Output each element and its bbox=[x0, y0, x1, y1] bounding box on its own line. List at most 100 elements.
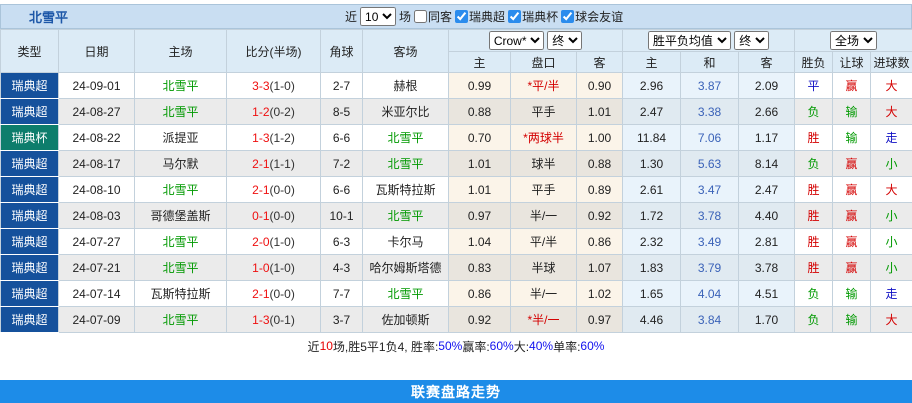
handicap-result-cell: 赢 bbox=[832, 228, 872, 255]
result-cell: 平 bbox=[794, 72, 834, 99]
summary-part: 60% bbox=[489, 339, 514, 353]
match-score: 3-3(1-0) bbox=[226, 72, 321, 99]
handicap-result-cell: 输 bbox=[832, 306, 872, 333]
odds-home: 1.01 bbox=[448, 150, 511, 177]
handicap-result-cell: 赢 bbox=[832, 150, 872, 177]
odds-away: 1.01 bbox=[575, 98, 624, 125]
avg-type-select[interactable]: 胜平负均值 bbox=[647, 31, 731, 50]
match-row: 瑞典超 24-07-21 北雪平 1-0(1-0) 4-3 哈尔姆斯塔德 0.83 半球 1.0… bbox=[0, 254, 912, 281]
away-team: 佐加顿斯 bbox=[362, 306, 449, 333]
result-cell: 负 bbox=[794, 98, 834, 125]
matches-table: 类型 日期 主场 比分(半场) 角球 客场 Crow* 终 胜平负均值 终 全场 bbox=[0, 29, 912, 333]
summary-part: 大: bbox=[513, 339, 530, 354]
handicap-line: *两球半 bbox=[510, 124, 577, 151]
filter-league-super[interactable]: 瑞典超 bbox=[455, 8, 505, 25]
summary-part: 40% bbox=[529, 339, 554, 353]
away-team: 北雪平 bbox=[362, 202, 449, 229]
friendly-label: 球会友谊 bbox=[575, 10, 624, 24]
home-team: 北雪平 bbox=[134, 98, 227, 125]
match-row: 瑞典超 24-08-17 马尔默 2-1(1-1) 7-2 北雪平 1.01 球半 0.88 1.… bbox=[0, 150, 912, 177]
col-header-home: 主场 bbox=[134, 29, 227, 73]
odds-home: 1.04 bbox=[448, 228, 511, 255]
league-badge: 瑞典超 bbox=[0, 150, 59, 177]
odds-home: 0.83 bbox=[448, 254, 511, 281]
league-badge: 瑞典杯 bbox=[0, 124, 59, 151]
result-cell: 胜 bbox=[794, 202, 834, 229]
avg-group-header: 胜平负均值 终 bbox=[622, 29, 796, 52]
home-team: 北雪平 bbox=[134, 176, 227, 203]
league-super-checkbox[interactable] bbox=[455, 10, 469, 23]
odds-away: 1.07 bbox=[575, 254, 624, 281]
summary-part: 赢率: bbox=[462, 339, 490, 354]
filter-league-cup[interactable]: 瑞典杯 bbox=[508, 8, 558, 25]
avg-stage-select[interactable]: 终 bbox=[734, 31, 770, 50]
corner-score: 2-7 bbox=[320, 72, 363, 99]
match-row: 瑞典杯 24-08-22 派提亚 1-3(1-2) 6-6 北雪平 0.70 *两球半 1.00… bbox=[0, 124, 912, 151]
result-scope-select[interactable]: 全场 bbox=[830, 31, 878, 50]
avg-away: 1.17 bbox=[738, 124, 796, 151]
avg-home: 2.47 bbox=[622, 98, 682, 125]
goals-result-cell: 大 bbox=[870, 98, 912, 125]
odds-home: 0.97 bbox=[448, 202, 511, 229]
away-team: 卡尔马 bbox=[362, 228, 449, 255]
match-score: 0-1(0-0) bbox=[226, 202, 321, 229]
odds-stage-select[interactable]: 终 bbox=[547, 31, 583, 50]
goals-result-cell: 走 bbox=[870, 280, 912, 307]
home-team: 瓦斯特拉斯 bbox=[134, 280, 227, 307]
goals-result-cell: 小 bbox=[870, 202, 912, 229]
corner-score: 7-2 bbox=[320, 150, 363, 177]
result-cell: 胜 bbox=[794, 228, 834, 255]
handicap-line: 平手 bbox=[510, 176, 577, 203]
home-team: 北雪平 bbox=[134, 306, 227, 333]
odds-away: 0.89 bbox=[575, 176, 624, 203]
friendly-checkbox[interactable] bbox=[561, 10, 575, 23]
avg-away: 1.70 bbox=[738, 306, 796, 333]
league-badge: 瑞典超 bbox=[0, 72, 59, 99]
avg-home: 2.61 bbox=[622, 176, 682, 203]
handicap-result-cell: 赢 bbox=[832, 176, 872, 203]
league-badge: 瑞典超 bbox=[0, 306, 59, 333]
away-team: 北雪平 bbox=[362, 280, 449, 307]
matches-count-select[interactable]: 10 bbox=[360, 7, 397, 26]
avg-home: 2.96 bbox=[622, 72, 682, 99]
handicap-result-cell: 输 bbox=[832, 98, 872, 125]
avg-draw: 3.84 bbox=[680, 306, 740, 333]
handicap-line: 半/一 bbox=[510, 280, 577, 307]
league-cup-checkbox[interactable] bbox=[508, 10, 522, 23]
avg-home: 1.65 bbox=[622, 280, 682, 307]
goals-result-cell: 小 bbox=[870, 254, 912, 281]
match-score: 2-0(1-0) bbox=[226, 228, 321, 255]
home-team: 北雪平 bbox=[134, 72, 227, 99]
match-score: 2-1(0-0) bbox=[226, 280, 321, 307]
match-score: 2-1(0-0) bbox=[226, 176, 321, 203]
odds-away: 0.92 bbox=[575, 202, 624, 229]
odds-home: 0.88 bbox=[448, 98, 511, 125]
league-badge: 瑞典超 bbox=[0, 228, 59, 255]
match-date: 24-08-17 bbox=[58, 150, 135, 177]
col-header-away: 客场 bbox=[362, 29, 449, 73]
match-score: 1-0(1-0) bbox=[226, 254, 321, 281]
result-cell: 胜 bbox=[794, 124, 834, 151]
corner-score: 7-7 bbox=[320, 280, 363, 307]
match-date: 24-08-22 bbox=[58, 124, 135, 151]
match-date: 24-09-01 bbox=[58, 72, 135, 99]
match-score: 1-2(0-2) bbox=[226, 98, 321, 125]
home-team: 北雪平 bbox=[134, 254, 227, 281]
subcol-handicap: 盘口 bbox=[510, 51, 577, 73]
match-date: 24-07-14 bbox=[58, 280, 135, 307]
avg-home: 4.46 bbox=[622, 306, 682, 333]
same-away-checkbox[interactable] bbox=[414, 10, 428, 23]
col-header-type: 类型 bbox=[0, 29, 59, 73]
odds-provider-select[interactable]: Crow* bbox=[488, 31, 544, 50]
subcol-avg-away: 客 bbox=[738, 51, 796, 73]
filter-friendly[interactable]: 球会友谊 bbox=[561, 8, 623, 25]
avg-away: 2.81 bbox=[738, 228, 796, 255]
match-row: 瑞典超 24-08-03 哥德堡盖斯 0-1(0-0) 10-1 北雪平 0.97 半/一 0.… bbox=[0, 202, 912, 229]
same-away-option[interactable]: 同客 bbox=[414, 8, 452, 25]
avg-draw: 3.49 bbox=[680, 228, 740, 255]
subcol-odds-home: 主 bbox=[448, 51, 511, 73]
title-bar: 北雪平 近 10 场 同客 瑞典超 瑞典杯 球会友谊 bbox=[0, 4, 912, 29]
avg-draw: 7.06 bbox=[680, 124, 740, 151]
handicap-line: 半球 bbox=[510, 254, 577, 281]
match-row: 瑞典超 24-08-27 北雪平 1-2(0-2) 8-5 米亚尔比 0.88 平手 1.01 2… bbox=[0, 98, 912, 125]
